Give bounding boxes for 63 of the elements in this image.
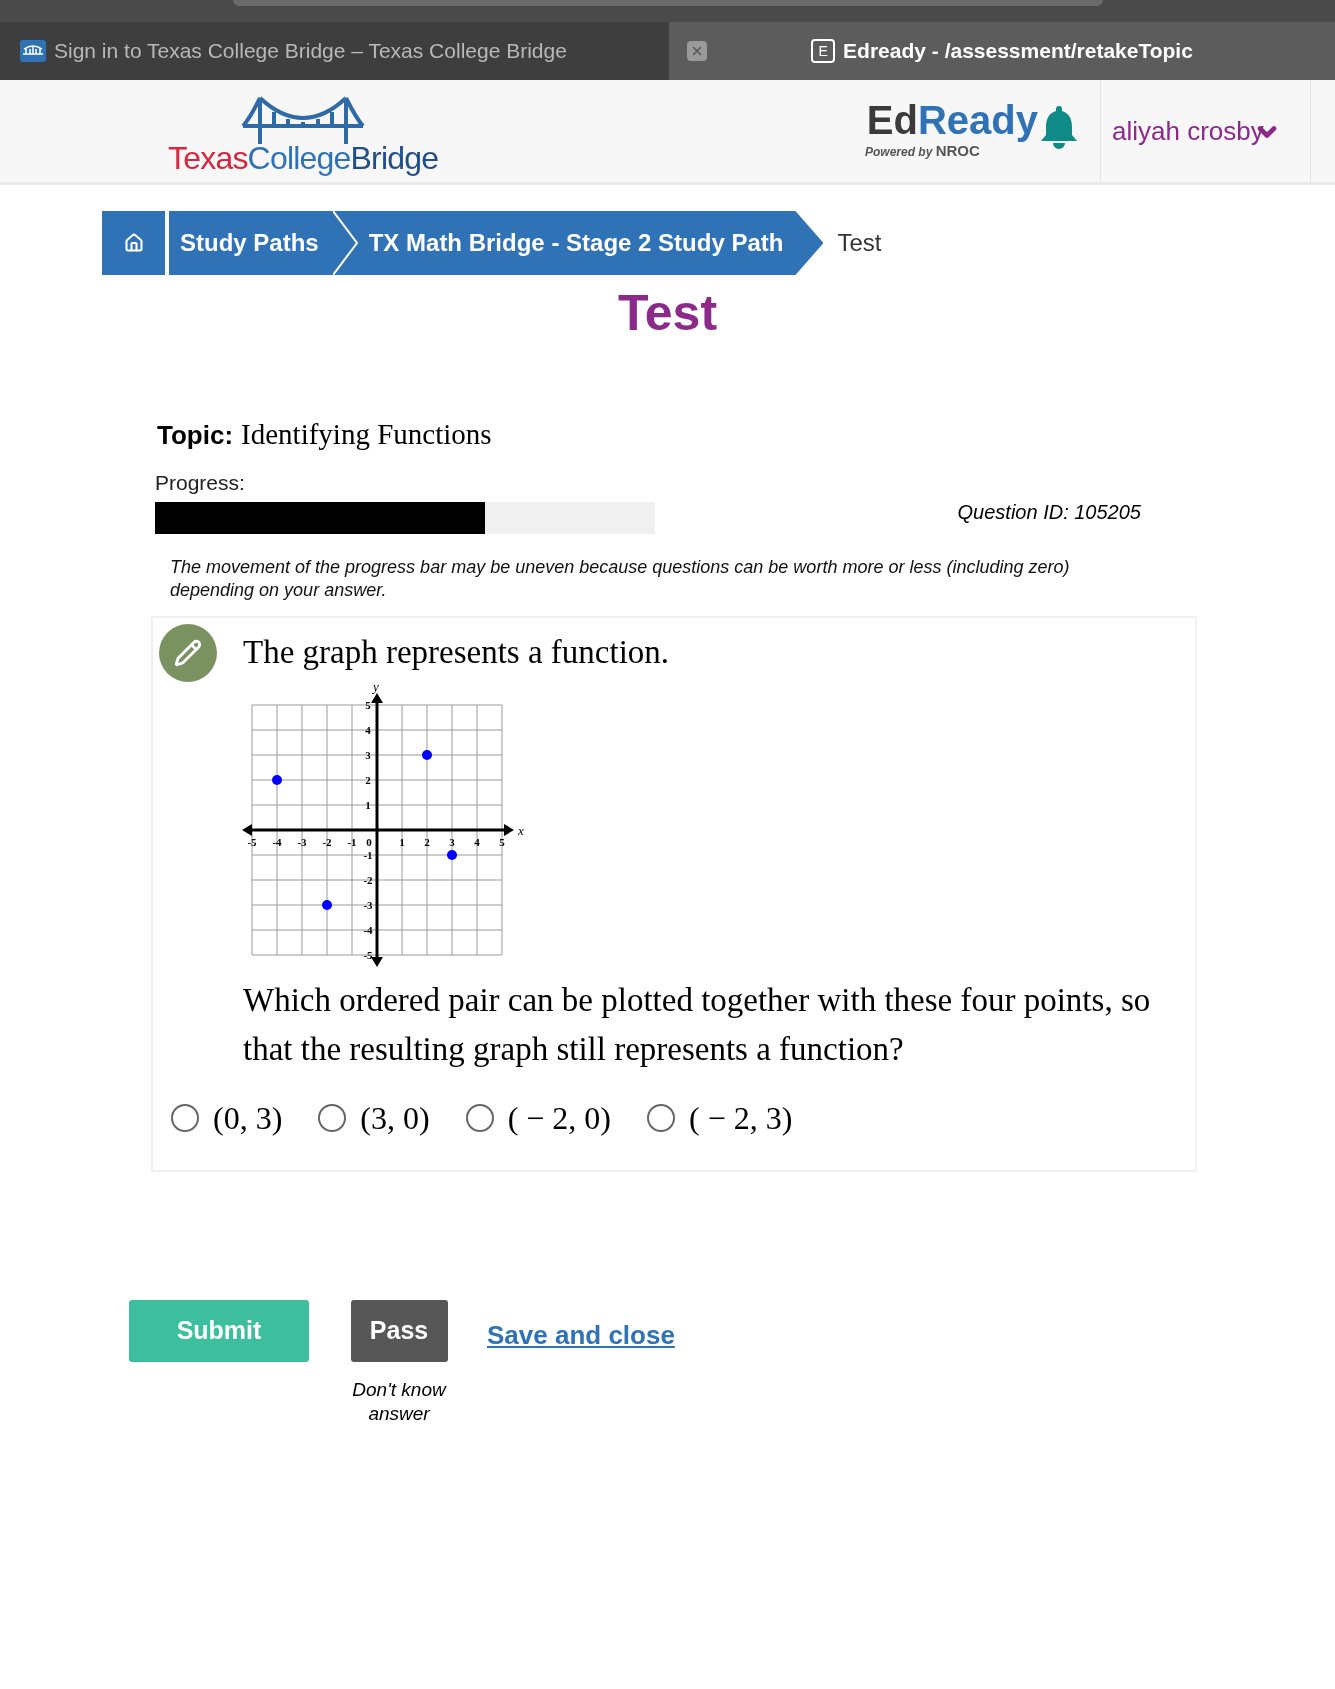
breadcrumb-link[interactable]: TX Math Bridge - Stage 2 Study Path	[332, 211, 824, 275]
edready-logo: EdReady Powered by NROC	[866, 99, 1038, 161]
tick-label: 1	[399, 836, 405, 848]
progress-label: Progress:	[155, 469, 246, 496]
tick-label: -4	[272, 836, 282, 848]
tick-label: 2	[365, 774, 371, 786]
data-point	[422, 750, 432, 760]
tick-label: -1	[347, 836, 357, 848]
tick-label: -3	[363, 899, 373, 911]
bell-icon[interactable]	[1038, 104, 1080, 150]
radio-button[interactable]	[647, 1104, 675, 1132]
topic-label: Topic:	[157, 419, 234, 452]
axis-label: y	[373, 680, 379, 694]
tick-label: -2	[322, 836, 332, 848]
answer-option[interactable]: ( − 2, 3)	[647, 1094, 793, 1142]
tick-label: -5	[363, 949, 373, 961]
chevron-separator	[332, 211, 359, 275]
tick-label: -5	[247, 836, 257, 848]
answer-option[interactable]: (3, 0)	[318, 1094, 430, 1142]
radio-button[interactable]	[465, 1104, 494, 1132]
tick-label: -1	[363, 849, 373, 861]
tick-label: -4	[363, 924, 373, 936]
progress-note: The movement of the progress bar may be uneven because questions can be worth more or less (including zero) depending on your answer.	[170, 556, 1070, 602]
data-point	[272, 775, 282, 785]
tick-label: 5	[365, 699, 371, 711]
user-menu[interactable]: aliyah crosby	[1112, 111, 1264, 151]
radio-button[interactable]	[318, 1104, 347, 1132]
pass-hint: Don't know answer	[351, 1378, 448, 1426]
home-icon	[123, 233, 144, 253]
pass-button[interactable]: Pass	[350, 1300, 448, 1362]
home-button[interactable]	[102, 211, 165, 275]
tab-title: Sign in to Texas College Bridge – Texas College Bridge	[54, 38, 567, 65]
tick-label: 3	[365, 749, 371, 761]
breadcrumb-link[interactable]: Study Paths	[169, 211, 333, 275]
logo-text: TexasCollegeBridge	[168, 142, 439, 174]
tick-label: -3	[297, 836, 307, 848]
tick-label: 4	[365, 724, 371, 736]
bridge-icon	[20, 40, 46, 62]
tick-label: 3	[449, 836, 455, 848]
tick-label: 0	[366, 836, 372, 848]
pencil-icon	[174, 639, 202, 667]
question-id: Question ID: 105205	[957, 499, 1141, 525]
question-intro: The graph represents a function.	[243, 633, 671, 672]
tick-label: 5	[499, 836, 505, 848]
radio-button[interactable]	[171, 1104, 199, 1132]
close-icon[interactable]	[687, 41, 707, 61]
site-icon: E	[811, 39, 836, 63]
question-prompt: Which ordered pair can be plotted together with these four points, so that the resulting graph still represents a function?	[243, 981, 1152, 1069]
page-title: Test	[616, 284, 719, 343]
axis-label: x	[518, 823, 524, 838]
breadcrumb-current: Test	[837, 228, 882, 258]
answer-option[interactable]: (0, 3)	[171, 1094, 283, 1142]
data-point	[322, 900, 332, 910]
browser-tab[interactable]: Sign in to Texas College Bridge – Texas College Bridge	[0, 22, 669, 80]
answer-option[interactable]: ( − 2, 0)	[465, 1094, 611, 1142]
tab-title: Edready - /assessment/retakeTopic	[843, 38, 1193, 65]
tick-label: 1	[365, 799, 371, 811]
tick-label: -2	[363, 874, 373, 886]
save-and-close-link[interactable]: Save and close	[487, 1316, 675, 1355]
topic-name: Identifying Functions	[241, 417, 492, 452]
tick-label: 4	[474, 836, 480, 848]
data-point	[447, 850, 457, 860]
tick-label: 2	[424, 836, 430, 848]
